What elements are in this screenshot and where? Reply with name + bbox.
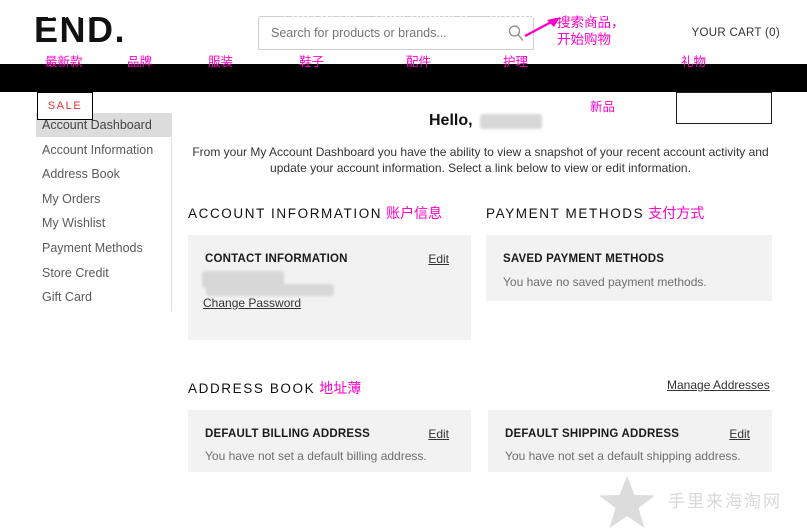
nav-annotation-grooming: 护理: [503, 55, 529, 69]
section-title-payment-methods-cn: 支付方式: [648, 205, 705, 221]
nav-annotation-footwear: 鞋子: [299, 55, 325, 69]
page-root: END. YOUR CART (0) 搜索商品， 开始购物 LATESTBRAN…: [0, 0, 807, 532]
change-password-link[interactable]: Change Password: [203, 296, 301, 310]
sidebar-item-store-credit[interactable]: Store Credit: [36, 261, 172, 285]
default-shipping-address-body: You have not set a default shipping addr…: [505, 449, 741, 463]
contact-information-edit-link[interactable]: Edit: [428, 252, 449, 266]
sidebar-item-account-information[interactable]: Account Information: [36, 138, 172, 162]
greeting-text: Hello,: [429, 112, 473, 129]
search-input[interactable]: [269, 17, 499, 49]
nav-item-grooming[interactable]: GROOMING: [489, 7, 562, 21]
sidebar-item-my-wishlist[interactable]: My Wishlist: [36, 211, 172, 235]
section-title-payment-methods: PAYMENT METHODS 支付方式: [486, 203, 704, 223]
nav-item-footwear[interactable]: FOOTWEAR: [283, 7, 357, 21]
section-title-address-book-cn: 地址薄: [319, 380, 362, 396]
sidebar-item-payment-methods[interactable]: Payment Methods: [36, 236, 172, 260]
nav-item-brands[interactable]: BRANDS: [118, 7, 172, 21]
watermark-star-icon: [597, 474, 657, 532]
search-callout-line2: 开始购物: [557, 32, 611, 47]
default-shipping-address-panel: DEFAULT SHIPPING ADDRESS Edit You have n…: [488, 410, 772, 472]
nav-item-gifts[interactable]: GIFTS: [676, 7, 714, 21]
default-billing-address-body: You have not set a default billing addre…: [205, 449, 427, 463]
nav-annotation-launches: 新品: [590, 100, 616, 114]
default-billing-address-heading: DEFAULT BILLING ADDRESS: [205, 428, 370, 440]
nav-item-clothing[interactable]: CLOTHING: [194, 7, 261, 21]
manage-addresses-link[interactable]: Manage Addresses: [667, 378, 770, 392]
section-title-address-book: ADDRESS BOOK 地址薄: [188, 378, 361, 398]
section-title-address-book-en: ADDRESS BOOK: [188, 381, 316, 396]
watermark-text: 手里来海淘网: [668, 492, 782, 512]
search-icon[interactable]: [507, 24, 525, 42]
contact-information-heading: CONTACT INFORMATION: [205, 253, 348, 265]
default-billing-address-edit-link[interactable]: Edit: [428, 427, 449, 441]
default-shipping-address-heading: DEFAULT SHIPPING ADDRESS: [505, 428, 680, 440]
cart-link[interactable]: YOUR CART (0): [692, 27, 780, 39]
header-dropdown-box[interactable]: [676, 92, 772, 124]
section-title-account-information-en: ACCOUNT INFORMATION: [188, 206, 383, 221]
sidebar-item-gift-card[interactable]: Gift Card: [36, 285, 172, 309]
default-shipping-address-edit-link[interactable]: Edit: [729, 427, 750, 441]
nav-annotation-accessories: 配件: [406, 55, 432, 69]
sidebar-item-my-orders[interactable]: My Orders: [36, 187, 172, 211]
search-box[interactable]: [258, 16, 534, 50]
section-title-account-information-cn: 账户信息: [386, 205, 443, 221]
nav-item-launches[interactable]: LAUNCHES: [584, 7, 654, 21]
sale-badge[interactable]: SALE: [37, 92, 93, 120]
section-title-payment-methods-en: PAYMENT METHODS: [486, 206, 645, 221]
section-title-account-information: ACCOUNT INFORMATION 账户信息: [188, 203, 442, 223]
saved-payment-methods-panel: SAVED PAYMENT METHODS You have no saved …: [486, 235, 772, 301]
nav-item-latest[interactable]: LATEST: [47, 7, 95, 21]
contact-email-redaction: [206, 284, 334, 296]
dashboard-intro-text: From your My Account Dashboard you have …: [192, 145, 769, 175]
nav-annotation-brands: 品牌: [127, 55, 153, 69]
nav-annotation-clothing: 服装: [208, 55, 234, 69]
sidebar-item-address-book[interactable]: Address Book: [36, 162, 172, 186]
account-sidebar: Account Dashboard Account Information Addr…: [36, 113, 172, 311]
nav-item-accessories[interactable]: ACCESSORIES: [375, 7, 468, 21]
nav-annotation-gifts: 礼物: [681, 55, 707, 69]
default-billing-address-panel: DEFAULT BILLING ADDRESS Edit You have no…: [188, 410, 471, 472]
greeting-redaction: [480, 114, 542, 129]
contact-information-panel: CONTACT INFORMATION Edit: [188, 235, 471, 340]
saved-payment-methods-body: You have no saved payment methods.: [503, 275, 707, 289]
saved-payment-methods-heading: SAVED PAYMENT METHODS: [503, 253, 665, 265]
nav-annotation-latest: 最新款: [45, 55, 83, 69]
